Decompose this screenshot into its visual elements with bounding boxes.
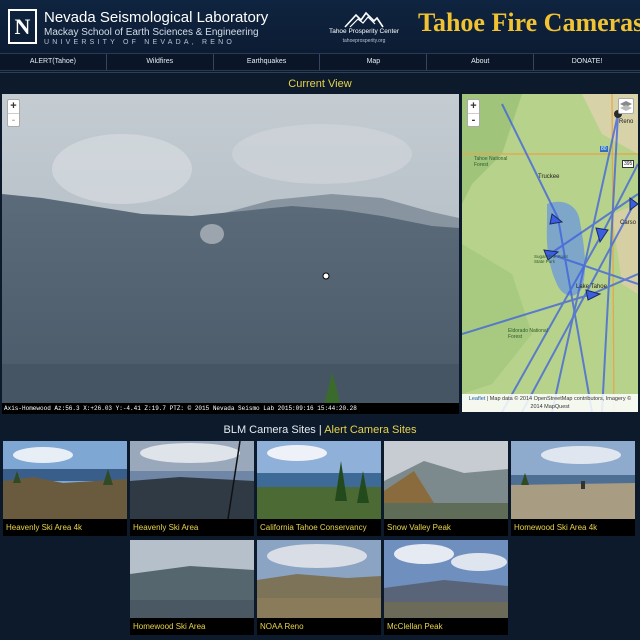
camera-zoom-control: + - xyxy=(7,99,20,127)
map-label-tahoe-forest: Tahoe National Forest xyxy=(474,156,508,168)
leaflet-link[interactable]: Leaflet xyxy=(469,396,486,402)
camera-map[interactable]: Reno Tahoe National Forest 80 395 Trucke… xyxy=(462,94,638,412)
site-header: N Nevada Seismological Laboratory Mackay… xyxy=(0,0,640,53)
map-zoom-control: + - xyxy=(467,99,480,127)
camera-zoom-in-button[interactable]: + xyxy=(8,100,19,113)
camera-thumb-heavenly[interactable]: Heavenly Ski Area xyxy=(130,441,254,536)
camera-thumb-california-tahoe-conservancy[interactable]: California Tahoe Conservancy xyxy=(257,441,381,536)
org-title[interactable]: Nevada Seismological Laboratory xyxy=(44,9,268,26)
map-label-sugar-pine: Sugar Pine Point State Park xyxy=(534,254,568,264)
live-camera-view[interactable]: + - Axis-Homewood Az:56.3 X:+26.03 Y:-4.… xyxy=(2,94,459,414)
camera-thumb-heavenly-4k[interactable]: Heavenly Ski Area 4k xyxy=(3,441,127,536)
map-zoom-out-button[interactable]: - xyxy=(468,113,479,126)
sites-separator: | xyxy=(318,424,322,436)
camera-image xyxy=(2,94,459,414)
current-view-title: Current View xyxy=(288,78,352,90)
blm-camera-sites-link[interactable]: BLM Camera Sites xyxy=(224,424,316,436)
map-label-lake-tahoe: Lake Tahoe xyxy=(576,284,607,290)
camera-label: Snow Valley Peak xyxy=(387,523,451,532)
alert-camera-sites-link[interactable]: Alert Camera Sites xyxy=(324,424,416,436)
map-layers-button[interactable] xyxy=(618,98,634,114)
map-label-reno: Reno xyxy=(619,119,634,125)
org-subtitle: Mackay School of Earth Sciences & Engine… xyxy=(44,27,259,38)
thumb-image xyxy=(257,540,381,618)
map-zoom-in-button[interactable]: + xyxy=(468,100,479,113)
map-route-80: 80 xyxy=(600,146,608,152)
layers-icon xyxy=(620,101,632,111)
nav-donate[interactable]: DONATE! xyxy=(534,54,640,70)
camera-label: California Tahoe Conservancy xyxy=(260,523,367,532)
map-tiles xyxy=(462,94,638,412)
camera-zoom-out-button[interactable]: - xyxy=(8,113,19,126)
thumb-image xyxy=(130,540,254,618)
university-name: UNIVERSITY OF NEVADA, RENO xyxy=(44,39,236,46)
map-route-395: 395 xyxy=(622,160,635,168)
partner-url[interactable]: tahoeprosperity.org xyxy=(326,38,402,44)
camera-label: Heavenly Ski Area xyxy=(133,523,199,532)
map-label-carson: Carso xyxy=(620,220,637,226)
nav-map[interactable]: Map xyxy=(320,54,428,70)
camera-label: NOAA Reno xyxy=(260,622,304,631)
nav-about[interactable]: About xyxy=(427,54,535,70)
camera-label: McClellan Peak xyxy=(387,622,443,631)
map-label-eldorado: Eldorado National Forest xyxy=(508,328,548,340)
thumb-image xyxy=(511,441,635,519)
camera-label: Homewood Ski Area xyxy=(133,622,206,631)
map-attribution-text: | Map data © 2014 OpenStreetMap contribu… xyxy=(486,396,632,410)
unr-logo[interactable]: N xyxy=(8,9,37,44)
thumb-image xyxy=(384,441,508,519)
nav-earthquakes[interactable]: Earthquakes xyxy=(214,54,321,70)
main-nav: ALERT(Tahoe) Wildfires Earthquakes Map A… xyxy=(0,53,640,71)
camera-thumb-mcclellan-peak[interactable]: McClellan Peak xyxy=(384,540,508,635)
camera-label: Heavenly Ski Area 4k xyxy=(6,523,83,532)
site-title: Tahoe Fire Cameras xyxy=(418,8,640,37)
map-attribution: Leaflet | Map data © 2014 OpenStreetMap … xyxy=(462,394,638,412)
thumb-image xyxy=(257,441,381,519)
camera-label: Homewood Ski Area 4k xyxy=(514,523,598,532)
camera-caption: Axis-Homewood Az:56.3 X:+26.03 Y:-4.41 Z… xyxy=(2,403,459,414)
nav-alert-tahoe[interactable]: ALERT(Tahoe) xyxy=(0,54,107,70)
camera-thumb-homewood-4k[interactable]: Homewood Ski Area 4k xyxy=(511,441,635,536)
nav-wildfires[interactable]: Wildfires xyxy=(107,54,214,70)
camera-thumb-noaa-reno[interactable]: NOAA Reno xyxy=(257,540,381,635)
mountain-logo-icon[interactable] xyxy=(344,10,384,28)
thumb-image xyxy=(130,441,254,519)
partner-name: Tahoe Prosperity Center xyxy=(328,28,400,35)
camera-sites-heading: BLM Camera Sites | Alert Camera Sites xyxy=(0,424,640,436)
camera-thumb-homewood[interactable]: Homewood Ski Area xyxy=(130,540,254,635)
thumb-image xyxy=(3,441,127,519)
map-label-truckee: Truckee xyxy=(538,174,560,180)
header-divider xyxy=(0,72,640,73)
thumb-image xyxy=(384,540,508,618)
camera-thumb-snow-valley-peak[interactable]: Snow Valley Peak xyxy=(384,441,508,536)
